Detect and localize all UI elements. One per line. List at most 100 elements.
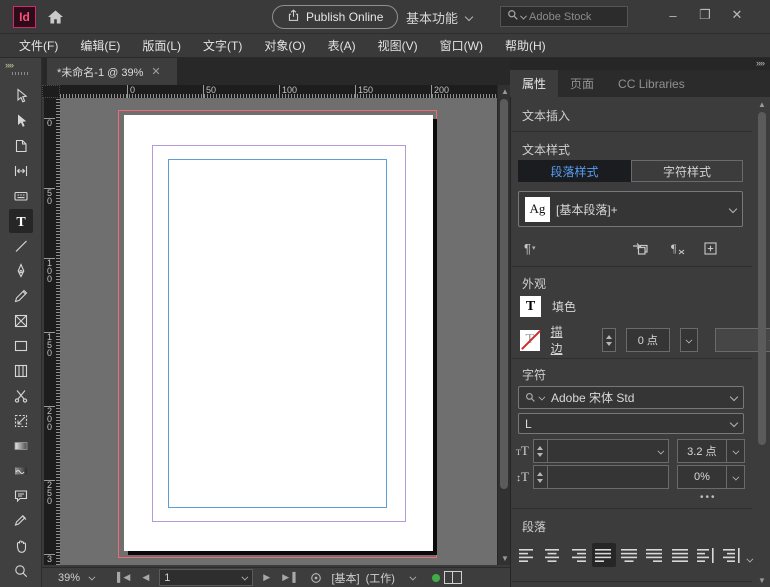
- alignment-more-chevron-icon[interactable]: [747, 557, 753, 563]
- align-right-button[interactable]: [566, 543, 590, 567]
- character-more-options[interactable]: •••: [700, 492, 717, 503]
- leading-chevron[interactable]: [726, 439, 745, 463]
- type-tool[interactable]: T: [9, 209, 33, 233]
- hand-tool[interactable]: [9, 534, 33, 558]
- document-tab[interactable]: *未命名-1 @ 39% ✕: [47, 58, 177, 85]
- tab-properties[interactable]: 属性: [510, 70, 558, 97]
- align-left-button[interactable]: [515, 543, 539, 567]
- free-transform-tool[interactable]: [9, 409, 33, 433]
- scale-stepper[interactable]: [533, 465, 548, 489]
- menu-item-1[interactable]: 编辑(E): [69, 37, 131, 54]
- document-canvas[interactable]: [60, 98, 497, 565]
- horizontal-ruler[interactable]: 050100150200: [60, 85, 497, 98]
- publish-online-button[interactable]: Publish Online: [272, 5, 398, 29]
- font-size-stepper[interactable]: [533, 439, 548, 463]
- last-page-button[interactable]: ▶▐: [282, 572, 295, 583]
- justify-all-button[interactable]: [668, 543, 692, 567]
- grid-tool[interactable]: [9, 359, 33, 383]
- leading-value[interactable]: 3.2 点: [677, 439, 727, 463]
- first-page-button[interactable]: ▌◀: [117, 572, 130, 583]
- menu-item-3[interactable]: 文字(T): [192, 37, 253, 54]
- gradient-feather-tool[interactable]: [9, 459, 33, 483]
- scroll-up-icon[interactable]: ▲: [501, 87, 509, 96]
- scrollbar-thumb[interactable]: [500, 99, 508, 489]
- tab-cc-libraries[interactable]: CC Libraries: [606, 70, 697, 97]
- preflight-icon[interactable]: [310, 572, 322, 584]
- menu-item-0[interactable]: 文件(F): [8, 37, 69, 54]
- workspace-switcher[interactable]: 基本功能: [406, 5, 472, 29]
- panel-collapse-icon[interactable]: »»: [510, 58, 770, 70]
- page-number-combo[interactable]: 1: [159, 569, 253, 586]
- adobe-stock-search[interactable]: [500, 6, 628, 27]
- scissors-tool[interactable]: [9, 384, 33, 408]
- scale-value[interactable]: 0%: [677, 465, 727, 489]
- gap-tool[interactable]: [9, 159, 33, 183]
- stroke-weight-chevron[interactable]: [680, 328, 699, 352]
- font-size-dropdown[interactable]: [547, 439, 669, 463]
- stroke-label[interactable]: 描边: [551, 323, 573, 357]
- menu-item-8[interactable]: 帮助(H): [494, 37, 557, 54]
- zoom-tool[interactable]: [9, 559, 33, 583]
- previous-page-button[interactable]: ◀: [142, 572, 149, 583]
- tab-paragraph-styles[interactable]: 段落样式: [518, 160, 631, 182]
- menu-item-6[interactable]: 视图(V): [367, 37, 429, 54]
- justify-last-center-button[interactable]: [617, 543, 641, 567]
- next-page-button[interactable]: ▶: [263, 572, 270, 583]
- gradient-swatch-tool[interactable]: [9, 434, 33, 458]
- pen-tool[interactable]: [9, 259, 33, 283]
- preflight-chevron-icon[interactable]: [410, 575, 416, 581]
- align-toward-spine-button[interactable]: [694, 543, 718, 567]
- stroke-weight-value[interactable]: 0 点: [626, 328, 670, 352]
- maximize-button[interactable]: ❐: [692, 2, 718, 28]
- selection-tool[interactable]: [9, 84, 33, 108]
- preflight-profile[interactable]: [基本]: [332, 570, 360, 586]
- rectangle-tool[interactable]: [9, 334, 33, 358]
- menu-item-4[interactable]: 对象(O): [253, 37, 316, 54]
- scale-dropdown[interactable]: [547, 465, 669, 489]
- align-away-spine-button[interactable]: [719, 543, 743, 567]
- justify-last-right-button[interactable]: [643, 543, 667, 567]
- font-family-dropdown[interactable]: Adobe 宋体 Std: [518, 386, 744, 409]
- scale-chevron[interactable]: [726, 465, 745, 489]
- minimize-button[interactable]: –: [660, 2, 686, 28]
- stroke-swatch[interactable]: T: [520, 330, 540, 351]
- menu-item-2[interactable]: 版面(L): [131, 37, 192, 54]
- page-tool[interactable]: [9, 134, 33, 158]
- paragraph-mark-icon[interactable]: ¶: [524, 241, 531, 256]
- panel-scrollbar-thumb[interactable]: [758, 112, 766, 445]
- canvas-scrollbar[interactable]: ▲ ▼: [497, 85, 510, 565]
- scroll-down-icon[interactable]: ▼: [501, 554, 509, 563]
- justify-last-left-button[interactable]: [592, 543, 616, 567]
- search-input[interactable]: [527, 10, 621, 24]
- rectangle-frame-tool[interactable]: [9, 309, 33, 333]
- close-button[interactable]: ✕: [724, 2, 750, 28]
- preview-mode-icon[interactable]: [444, 571, 462, 584]
- pencil-tool[interactable]: [9, 284, 33, 308]
- create-style-icon[interactable]: [704, 242, 717, 255]
- eyedropper-tool[interactable]: [9, 509, 33, 533]
- workspace-profile[interactable]: (工作): [366, 570, 395, 586]
- zoom-level[interactable]: 39%: [58, 572, 80, 584]
- direct-selection-tool[interactable]: [9, 109, 33, 133]
- tab-character-styles[interactable]: 字符样式: [631, 160, 743, 182]
- paragraph-style-dropdown[interactable]: Ag [基本段落]+: [518, 191, 743, 227]
- zoom-chevron-icon[interactable]: [89, 575, 95, 581]
- tools-grip[interactable]: [12, 72, 30, 75]
- tools-collapse-icon[interactable]: »»: [0, 58, 41, 70]
- content-collector-tool[interactable]: [9, 184, 33, 208]
- menu-item-7[interactable]: 窗口(W): [429, 37, 494, 54]
- text-frame[interactable]: [168, 159, 387, 508]
- panel-scroll-down-icon[interactable]: ▼: [758, 576, 766, 585]
- clear-overrides-icon[interactable]: ¶: [670, 241, 686, 255]
- fill-swatch[interactable]: T: [520, 296, 541, 317]
- vertical-ruler[interactable]: 0501001502002503: [44, 98, 60, 565]
- panel-scrollbar[interactable]: ▲ ▼: [756, 100, 768, 587]
- home-icon[interactable]: [46, 8, 65, 29]
- tab-pages[interactable]: 页面: [558, 70, 606, 97]
- close-tab-icon[interactable]: ✕: [151, 65, 160, 78]
- redefine-style-icon[interactable]: [632, 241, 648, 255]
- panel-scroll-up-icon[interactable]: ▲: [758, 100, 766, 109]
- line-tool[interactable]: [9, 234, 33, 258]
- stroke-weight-stepper[interactable]: [602, 328, 616, 352]
- note-tool[interactable]: [9, 484, 33, 508]
